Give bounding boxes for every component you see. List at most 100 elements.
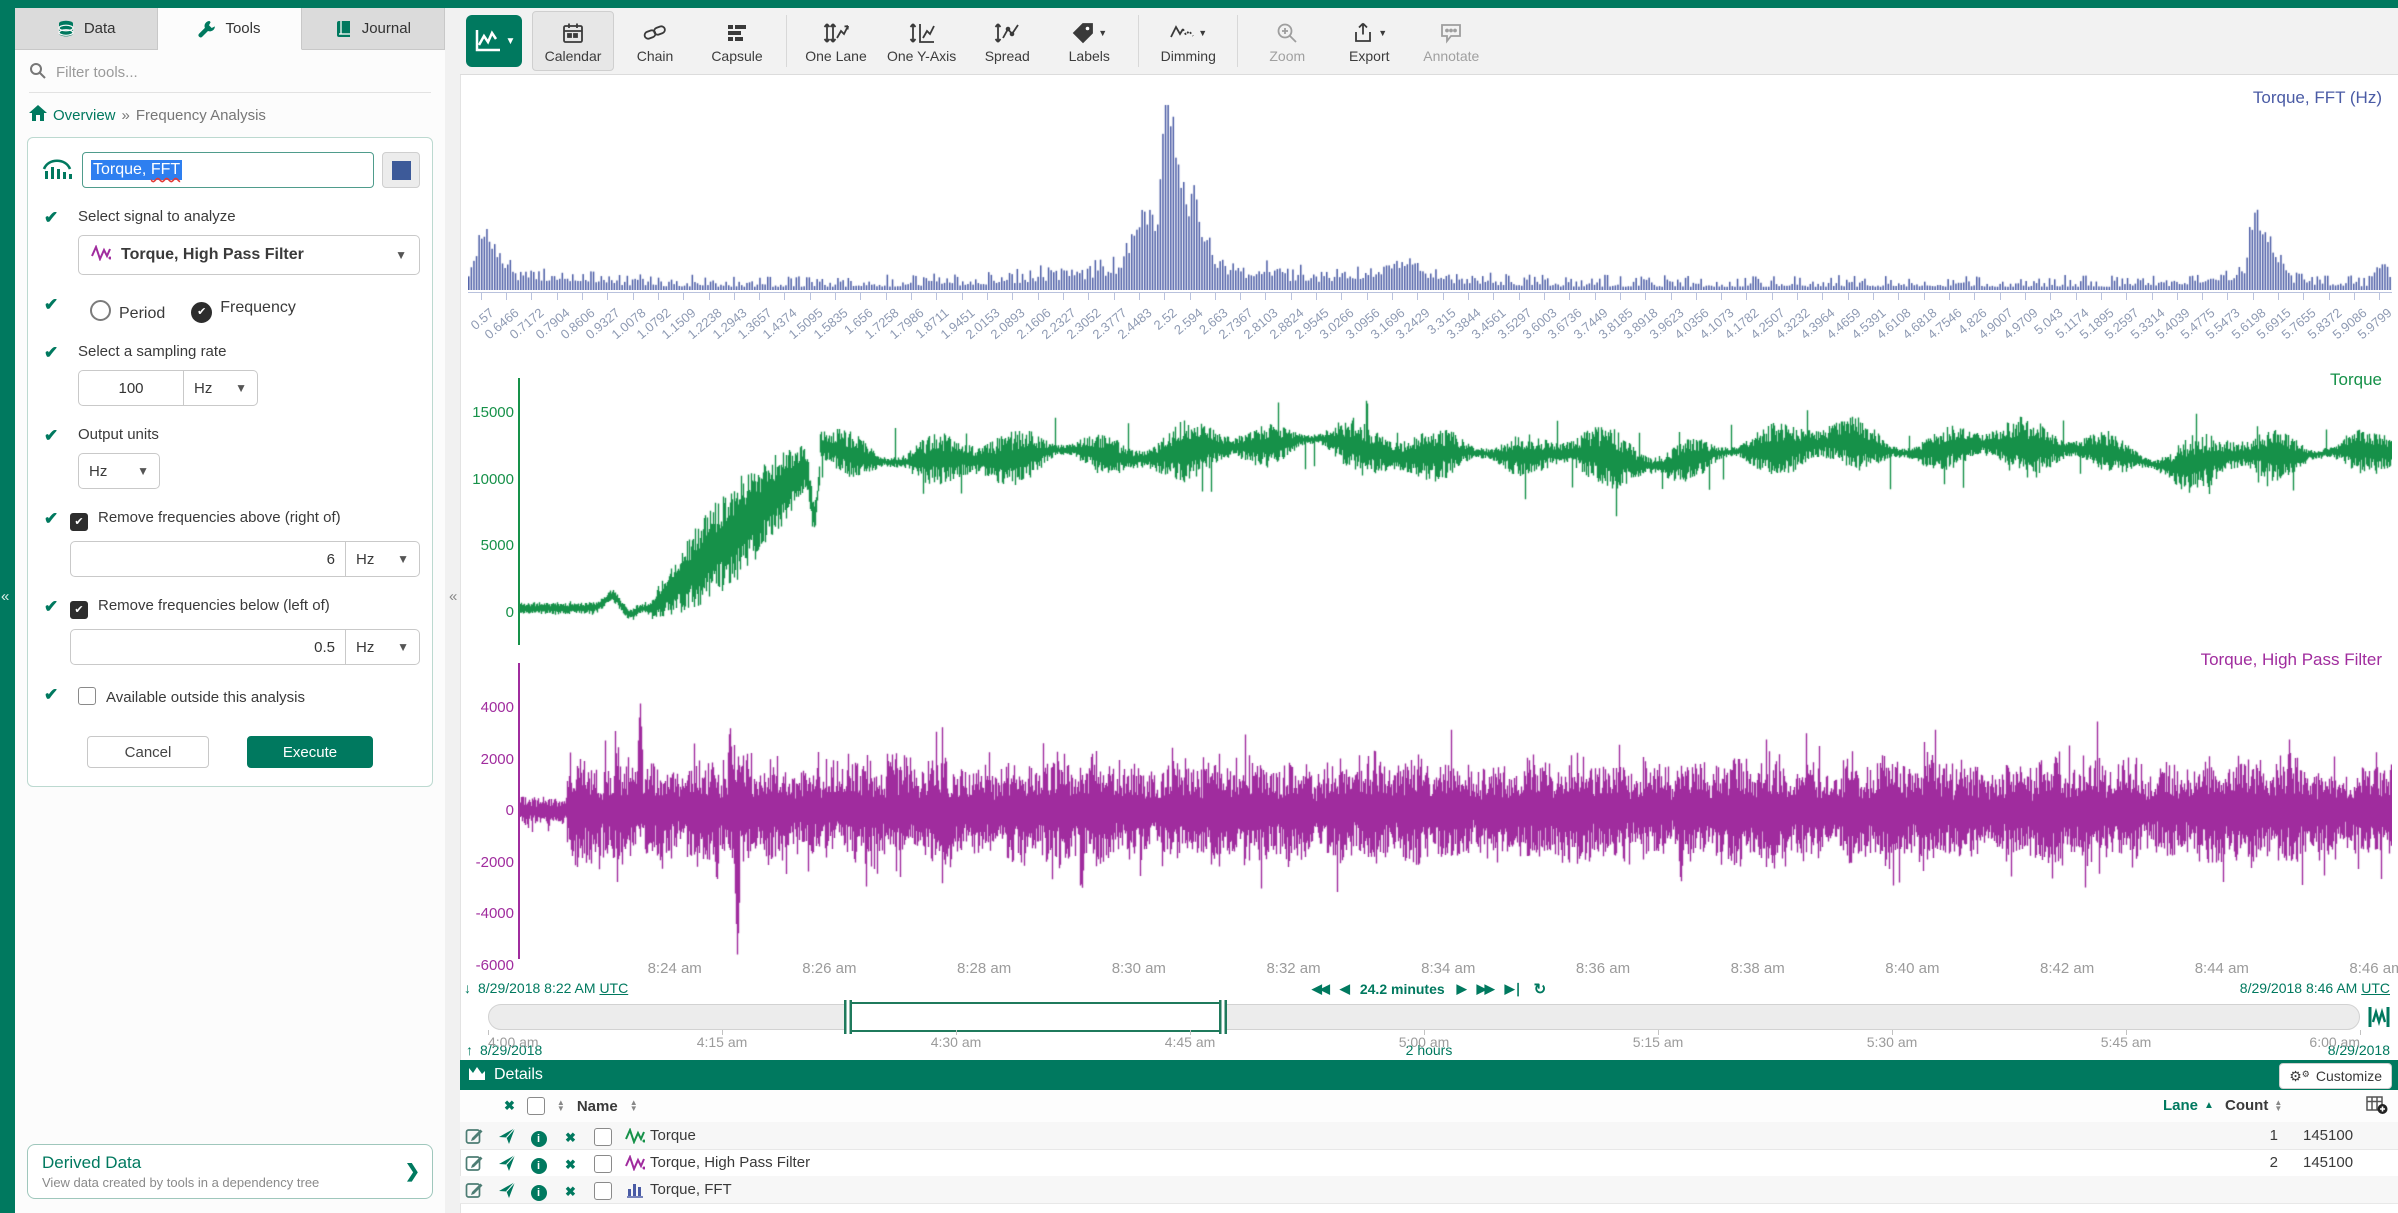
output-units-select[interactable]: Hz▼ (78, 453, 160, 489)
row-checkbox[interactable] (593, 1128, 612, 1147)
time-scrubber-selection[interactable] (848, 1002, 1222, 1032)
details-column-header: ✖ ▲▼ Name ▲▼ Lane▲ Count▲▼ (460, 1090, 2398, 1123)
wrench-icon (198, 20, 216, 38)
fft-axis-tick (1671, 293, 1672, 300)
refresh-icon[interactable]: ↻ (1534, 980, 1547, 998)
auto-update-icon[interactable] (2366, 1004, 2392, 1035)
sampling-unit-select[interactable]: Hz▼ (184, 370, 258, 406)
start-timezone-link[interactable]: UTC (599, 980, 628, 996)
display-range-start[interactable]: ↓ 8/29/2018 8:22 AM UTC (464, 980, 628, 996)
export-button[interactable]: ▼Export (1328, 11, 1410, 71)
edit-icon[interactable] (465, 1153, 484, 1176)
fft-axis-tick (1949, 293, 1950, 300)
step-forward-full-button[interactable]: ▶▶ (1477, 981, 1493, 997)
remove-above-input[interactable] (70, 541, 346, 577)
remove-below-checkbox[interactable]: ✔ (70, 601, 88, 619)
details-row-3[interactable]: i ✖ Torque, FFT (460, 1176, 2398, 1204)
derived-data-card[interactable]: Derived Data View data created by tools … (27, 1144, 433, 1199)
fft-bar-chart[interactable] (468, 100, 2392, 290)
one-y-axis-button[interactable]: One Y-Axis (877, 11, 966, 71)
tab-data[interactable]: Data (15, 8, 158, 50)
signal-green-icon[interactable] (625, 1128, 644, 1148)
step-back-half-button[interactable]: ◀ (1340, 981, 1348, 997)
period-radio[interactable]: Period (90, 300, 165, 323)
select-all-checkbox[interactable] (527, 1097, 545, 1115)
scrubber-tick-label: 5:00 am (1379, 1034, 1469, 1050)
view-selector-button[interactable]: ▼ (466, 15, 522, 67)
sort-icon[interactable]: ▲▼ (557, 1100, 565, 1112)
collapse-left-icon[interactable]: « (1, 588, 9, 605)
remove-all-icon[interactable]: ✖ (504, 1098, 515, 1114)
step-to-end-button[interactable]: ▶❘ (1505, 981, 1522, 997)
scrubber-right-handle[interactable] (1219, 1000, 1227, 1034)
send-icon[interactable] (497, 1181, 516, 1203)
execute-button[interactable]: Execute (247, 736, 373, 768)
collapse-sidebar-icon[interactable]: « (449, 588, 457, 605)
labels-button[interactable]: ▼Labels (1048, 11, 1130, 71)
sampling-rate-input[interactable] (78, 370, 184, 406)
details-row-2[interactable]: i✖Torque, High Pass Filter2145100 (460, 1149, 2398, 1177)
annotate-icon (1439, 19, 1463, 47)
signal-step: ✔ Select signal to analyze Torque, High … (40, 208, 420, 275)
remove-above-checkbox[interactable]: ✔ (70, 513, 88, 531)
details-panel-header: Details ⚙⚙ Customize (460, 1060, 2398, 1090)
toolbar-buttons: CalendarChainCapsule One LaneOne Y-AxisSp… (532, 11, 1492, 71)
tab-tools[interactable]: Tools (158, 8, 301, 50)
tool-name-input[interactable]: Torque, FFT (82, 152, 374, 188)
remove-above-unit-select[interactable]: Hz▼ (346, 541, 420, 577)
bars-blue-icon[interactable] (625, 1182, 644, 1202)
time-scrubber-track[interactable] (488, 1004, 2360, 1030)
fft-axis-tick (481, 293, 482, 300)
fft-axis-tick (1139, 293, 1140, 300)
tab-journal[interactable]: Journal (302, 8, 445, 50)
frequency-radio[interactable]: ✔Frequency (191, 299, 296, 323)
filter-tools-input[interactable]: Filter tools... (29, 52, 431, 93)
info-icon[interactable]: i (529, 1156, 548, 1174)
breadcrumb-overview-link[interactable]: Overview (53, 107, 116, 124)
row-checkbox[interactable] (593, 1182, 612, 1201)
home-icon[interactable] (29, 105, 47, 125)
capsule-button[interactable]: Capsule (696, 11, 778, 71)
hpf-line-chart[interactable] (520, 663, 2392, 959)
step-back-full-button[interactable]: ◀◀ (1312, 981, 1328, 997)
dimming-button[interactable]: ▼Dimming (1147, 11, 1229, 71)
calendar-button[interactable]: Calendar (532, 11, 614, 71)
spread-button[interactable]: Spread (966, 11, 1048, 71)
edit-icon[interactable] (465, 1180, 484, 1203)
info-icon[interactable]: i (529, 1183, 548, 1201)
name-column-header[interactable]: Name (577, 1098, 618, 1115)
count-column-header[interactable]: Count▲▼ (2225, 1097, 2282, 1114)
add-column-icon[interactable] (2366, 1095, 2388, 1119)
scrubber-left-handle[interactable] (844, 1000, 852, 1034)
customize-button[interactable]: ⚙⚙ Customize (2279, 1063, 2392, 1089)
row-item-name[interactable]: Torque, High Pass Filter (650, 1154, 810, 1171)
details-row-1[interactable]: i✖Torque1145100 (460, 1122, 2398, 1150)
remove-icon[interactable]: ✖ (561, 1183, 580, 1200)
remove-below-unit-select[interactable]: Hz▼ (346, 629, 420, 665)
cancel-button[interactable]: Cancel (87, 736, 209, 768)
torque-line-chart[interactable] (520, 378, 2392, 643)
end-timezone-link[interactable]: UTC (2361, 980, 2390, 996)
color-swatch-button[interactable] (382, 152, 420, 188)
step-forward-half-button[interactable]: ▶ (1457, 981, 1465, 997)
sort-icon[interactable]: ▲▼ (630, 1100, 638, 1112)
lane-column-header[interactable]: Lane▲ (2163, 1097, 2214, 1114)
duration-label[interactable]: 24.2 minutes (1360, 981, 1445, 997)
send-icon[interactable] (497, 1154, 516, 1176)
row-item-name[interactable]: Torque (650, 1127, 696, 1144)
chain-button[interactable]: Chain (614, 11, 696, 71)
chevron-down-icon: ▼ (235, 381, 247, 395)
signal-purple-icon[interactable] (625, 1155, 644, 1175)
one-lane-button[interactable]: One Lane (795, 11, 877, 71)
info-icon[interactable]: i (529, 1129, 548, 1147)
remove-icon[interactable]: ✖ (561, 1129, 580, 1146)
remove-icon[interactable]: ✖ (561, 1156, 580, 1173)
available-outside-checkbox[interactable] (78, 687, 96, 705)
edit-icon[interactable] (465, 1126, 484, 1149)
remove-below-input[interactable] (70, 629, 346, 665)
send-icon[interactable] (497, 1127, 516, 1149)
row-item-name[interactable]: Torque, FFT (650, 1181, 732, 1198)
signal-select[interactable]: Torque, High Pass Filter ▼ (78, 235, 420, 275)
display-range-end[interactable]: 8/29/2018 8:46 AM UTC (2240, 980, 2390, 996)
row-checkbox[interactable] (593, 1155, 612, 1174)
